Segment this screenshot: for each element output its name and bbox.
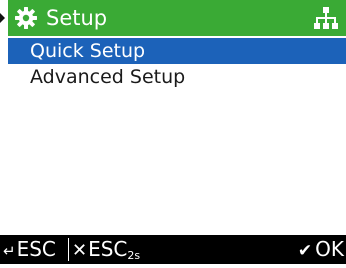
ok-softkey[interactable]: ✔ OK xyxy=(298,237,344,263)
cancel-esc-label: ESC xyxy=(88,237,128,261)
gear-icon xyxy=(14,6,38,30)
cancel-esc-softkey[interactable]: ✕ESC2s xyxy=(72,237,140,268)
x-icon: ✕ xyxy=(72,240,88,261)
page-title: Setup xyxy=(46,6,108,30)
menu-item-quick-setup[interactable]: Quick Setup xyxy=(8,38,346,64)
pointer-marker-icon xyxy=(0,13,5,23)
menu-item-advanced-setup[interactable]: Advanced Setup xyxy=(8,64,346,90)
back-esc-label: ESC xyxy=(16,237,56,261)
header-bar: Setup xyxy=(8,0,346,36)
softkey-bar: ↵ESC ✕ESC2s ✔ OK xyxy=(0,235,346,264)
device-screen: Setup Quick Setup Advanced Setup ↵ESC ✕E… xyxy=(0,0,346,264)
ok-label: OK xyxy=(315,237,344,261)
softkey-divider xyxy=(68,238,69,261)
back-esc-softkey[interactable]: ↵ESC xyxy=(3,237,56,263)
network-icon xyxy=(313,6,339,31)
cancel-hold-duration: 2s xyxy=(127,249,141,262)
check-icon: ✔ xyxy=(297,241,313,261)
setup-menu: Quick Setup Advanced Setup xyxy=(8,38,346,90)
back-arrow-icon: ↵ xyxy=(3,242,16,260)
